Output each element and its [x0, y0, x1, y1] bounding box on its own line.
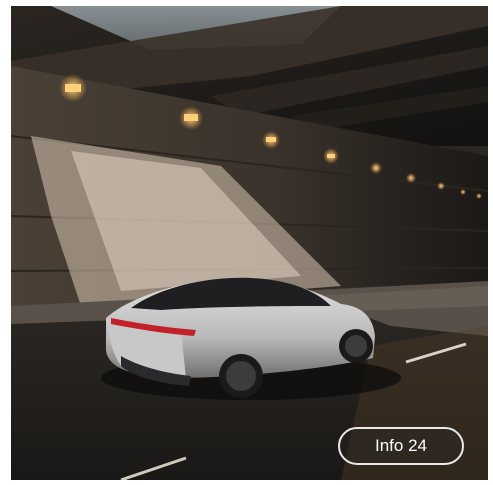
car-photo — [11, 6, 488, 480]
info-button[interactable]: Info 24 — [338, 427, 464, 465]
image-card[interactable]: Info 24 — [11, 6, 488, 480]
